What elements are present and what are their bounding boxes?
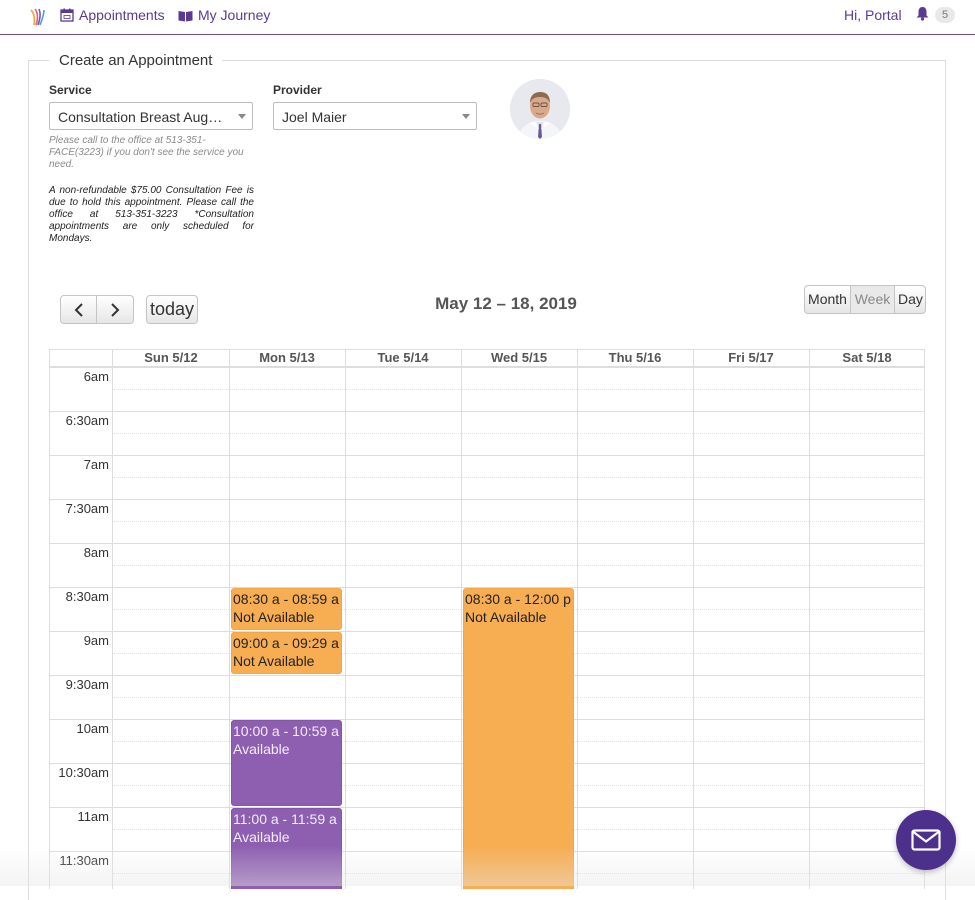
- event-time: 10:00 a - 10:59 a: [233, 723, 339, 739]
- not-available-event[interactable]: 09:00 a - 09:29 a Not Available: [231, 632, 342, 674]
- event-status: Not Available: [233, 653, 315, 669]
- nav-my-journey-label: My Journey: [198, 7, 271, 23]
- chevron-down-icon: [238, 114, 246, 119]
- book-icon: [178, 10, 193, 21]
- calendar-nav-buttons: [60, 295, 134, 324]
- event-status: Available: [233, 829, 290, 845]
- nav-appointments-label: Appointments: [79, 7, 165, 23]
- provider-select-value: Joel Maier: [282, 109, 347, 125]
- event-status: Not Available: [465, 609, 547, 625]
- day-header: Fri 5/17: [728, 350, 774, 365]
- column-divider: [229, 350, 230, 889]
- half-hour-line: [49, 499, 925, 500]
- event-status: Available: [233, 741, 290, 757]
- not-available-event[interactable]: 08:30 a - 12:00 p Not Available: [463, 588, 574, 889]
- time-label: 11am: [77, 809, 109, 824]
- available-slot-event[interactable]: 10:00 a - 10:59 a Available: [231, 720, 342, 806]
- day-header: Wed 5/15: [490, 350, 548, 365]
- nav-my-journey-link[interactable]: My Journey: [178, 7, 270, 23]
- not-available-event[interactable]: 08:30 a - 08:59 a Not Available: [231, 588, 342, 630]
- service-select[interactable]: Consultation Breast Augmentation: [49, 102, 253, 130]
- quarter-hour-line: [113, 477, 925, 478]
- column-divider: [112, 350, 113, 889]
- half-hour-line: [49, 411, 925, 412]
- calendar-icon: [60, 8, 74, 22]
- message-button[interactable]: [896, 810, 956, 870]
- today-button[interactable]: today: [146, 295, 198, 324]
- column-divider: [577, 350, 578, 889]
- calendar-view-switcher: Month Week Day: [804, 285, 926, 314]
- event-time: 09:00 a - 09:29 a: [233, 635, 339, 651]
- service-label: Service: [49, 83, 92, 97]
- consultation-fee-notice: A non-refundable $75.00 Consultation Fee…: [49, 185, 254, 244]
- previous-week-button[interactable]: [60, 295, 97, 324]
- calendar-title: May 12 – 18, 2019: [435, 294, 577, 313]
- half-hour-line: [49, 455, 925, 456]
- top-navigation: Appointments My Journey Hi, Portal 5: [0, 0, 975, 35]
- event-status: Not Available: [233, 609, 315, 625]
- envelope-icon: [911, 829, 941, 851]
- user-greeting[interactable]: Hi, Portal: [844, 7, 902, 23]
- column-divider: [693, 350, 694, 889]
- half-hour-line: [49, 543, 925, 544]
- next-week-button[interactable]: [97, 295, 134, 324]
- week-calendar-grid: Sun 5/12 Mon 5/13 Tue 5/14 Wed 5/15 Thu 5/16…: [49, 349, 925, 889]
- quarter-hour-line: [113, 565, 925, 566]
- time-label: 11:30am: [59, 853, 109, 868]
- available-slot-event[interactable]: 11:00 a - 11:59 a Available: [231, 808, 342, 889]
- event-time: 11:00 a - 11:59 a: [233, 811, 337, 827]
- view-month-button[interactable]: Month: [804, 285, 851, 314]
- day-header: Mon 5/13: [259, 350, 315, 365]
- service-hint-text: Please call to the office at 513-351-FAC…: [49, 135, 244, 170]
- column-divider: [461, 350, 462, 889]
- day-header: Tue 5/14: [377, 350, 429, 365]
- quarter-hour-line: [113, 521, 925, 522]
- nav-appointments-link[interactable]: Appointments: [60, 7, 165, 23]
- time-label: 6am: [83, 369, 109, 384]
- time-label: 10am: [76, 721, 109, 736]
- view-day-button[interactable]: Day: [895, 285, 926, 314]
- day-header: Thu 5/16: [608, 350, 662, 365]
- bell-icon[interactable]: [915, 6, 930, 21]
- quarter-hour-line: [113, 389, 925, 390]
- notification-count-badge[interactable]: 5: [935, 7, 955, 23]
- service-select-value: Consultation Breast Augmentation: [58, 109, 253, 125]
- time-label: 8am: [83, 545, 109, 560]
- time-label: 9am: [83, 633, 109, 648]
- column-divider: [809, 350, 810, 889]
- provider-photo-icon: [510, 79, 570, 139]
- event-time: 08:30 a - 08:59 a: [233, 591, 339, 607]
- time-label: 7am: [83, 457, 109, 472]
- brand-logo-icon[interactable]: [29, 7, 47, 27]
- quarter-hour-line: [113, 433, 925, 434]
- half-hour-line: [49, 367, 925, 368]
- day-header: Sat 5/18: [842, 350, 892, 365]
- time-label: 8:30am: [65, 589, 109, 604]
- chevron-down-icon: [462, 114, 470, 119]
- chevron-left-icon: [74, 302, 83, 317]
- time-label: 10:30am: [58, 765, 109, 780]
- provider-select[interactable]: Joel Maier: [273, 102, 477, 130]
- time-label: 9:30am: [65, 677, 109, 692]
- chevron-right-icon: [111, 302, 120, 317]
- provider-label: Provider: [273, 83, 322, 97]
- day-header: Sun 5/12: [144, 350, 198, 365]
- form-legend: Create an Appointment: [49, 52, 223, 69]
- view-week-button[interactable]: Week: [851, 285, 895, 314]
- day-header-row: Sun 5/12 Mon 5/13 Tue 5/14 Wed 5/15 Thu 5/16…: [49, 350, 925, 367]
- column-divider: [345, 350, 346, 889]
- provider-avatar: [510, 79, 570, 139]
- event-time: 08:30 a - 12:00 p: [465, 591, 571, 607]
- time-label: 6:30am: [65, 413, 109, 428]
- time-label: 7:30am: [65, 501, 109, 516]
